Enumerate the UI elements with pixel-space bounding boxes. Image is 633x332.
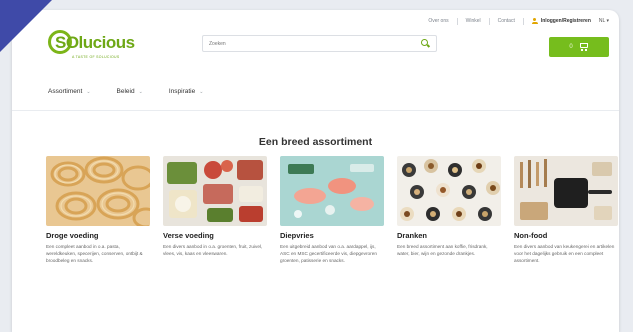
search-bar <box>202 35 437 52</box>
nav-item-assortiment[interactable]: Assortiment ⌄ <box>48 88 91 95</box>
category-description: Een compleet aanbod in o.a. pasta, werel… <box>46 244 143 263</box>
category-description: Een divers aanbod in o.a. groenten, frui… <box>163 244 263 256</box>
utility-divider <box>488 17 490 25</box>
language-selector[interactable]: NL ▾ <box>599 18 609 24</box>
category-description: Een breed assortiment aan koffie, frisdr… <box>397 244 488 256</box>
corner-decoration <box>0 0 52 52</box>
category-description: Een uitgebreid aanbod van o.a. aardappel… <box>280 244 377 263</box>
category-description: Een divers aanbod van keukengerei en art… <box>514 244 615 263</box>
logo-tagline: A TASTE OF SOLUCIOUS <box>72 55 120 59</box>
category-grid: Droge voeding Een compleet aanbod in o.a… <box>46 156 618 264</box>
chevron-down-icon: ⌄ <box>199 88 204 95</box>
nav-item-label: Beleid <box>116 88 135 95</box>
kitchen-tools-photo <box>514 156 618 226</box>
login-label: Inloggen/Registreren <box>540 18 591 24</box>
cart-button[interactable]: 0 <box>549 37 609 57</box>
nav-item-beleid[interactable]: Beleid ⌄ <box>117 88 143 95</box>
category-card-droge-voeding[interactable]: Droge voeding Een compleet aanbod in o.a… <box>46 156 150 264</box>
cart-icon <box>579 43 589 51</box>
drinks-photo <box>397 156 501 226</box>
logo-wordmark: SOlucious <box>55 33 135 52</box>
utility-link-shop[interactable]: Winkel <box>466 18 481 24</box>
nav-item-label: Inspiratie <box>168 88 196 95</box>
category-title: Non-food <box>514 231 548 240</box>
fresh-food-photo <box>163 156 267 226</box>
browser-page: Over ons Winkel Contact Inloggen/Registr… <box>12 10 619 332</box>
utility-link-contact[interactable]: Contact <box>498 18 515 24</box>
chevron-down-icon: ⌄ <box>86 88 91 95</box>
header-divider <box>12 110 619 111</box>
category-title: Diepvries <box>280 231 314 240</box>
section-title: Een breed assortiment <box>258 136 373 148</box>
user-icon <box>531 18 538 24</box>
category-title: Verse voeding <box>163 231 214 240</box>
category-card-non-food[interactable]: Non-food Een divers aanbod van keukenger… <box>514 156 618 264</box>
search-icon[interactable] <box>421 39 430 48</box>
pasta-photo <box>46 156 150 226</box>
main-nav: Assortiment ⌄ Beleid ⌄ Inspiratie ⌄ <box>48 88 203 95</box>
category-title: Dranken <box>397 231 428 240</box>
category-card-dranken[interactable]: Dranken Een breed assortiment aan koffie… <box>397 156 501 264</box>
category-title: Droge voeding <box>46 231 99 240</box>
login-link[interactable]: Inloggen/Registreren <box>531 18 591 24</box>
nav-item-inspiratie[interactable]: Inspiratie ⌄ <box>169 88 204 95</box>
cart-count: 0 <box>569 44 573 50</box>
site-logo[interactable]: SOlucious A TASTE OF SOLUCIOUS <box>48 27 144 61</box>
category-card-verse-voeding[interactable]: Verse voeding Een divers aanbod in o.a. … <box>163 156 267 264</box>
utility-link-about[interactable]: Over ons <box>428 18 448 24</box>
search-input[interactable] <box>209 40 421 47</box>
nav-item-label: Assortiment <box>48 88 83 95</box>
utility-divider <box>456 17 458 25</box>
language-label: NL <box>598 18 606 24</box>
frozen-fish-photo <box>280 156 384 226</box>
utility-bar: Over ons Winkel Contact Inloggen/Registr… <box>428 15 609 27</box>
utility-divider <box>522 17 524 25</box>
chevron-down-icon: ⌄ <box>138 88 143 95</box>
category-card-diepvries[interactable]: Diepvries Een uitgebreid aanbod van o.a.… <box>280 156 384 264</box>
